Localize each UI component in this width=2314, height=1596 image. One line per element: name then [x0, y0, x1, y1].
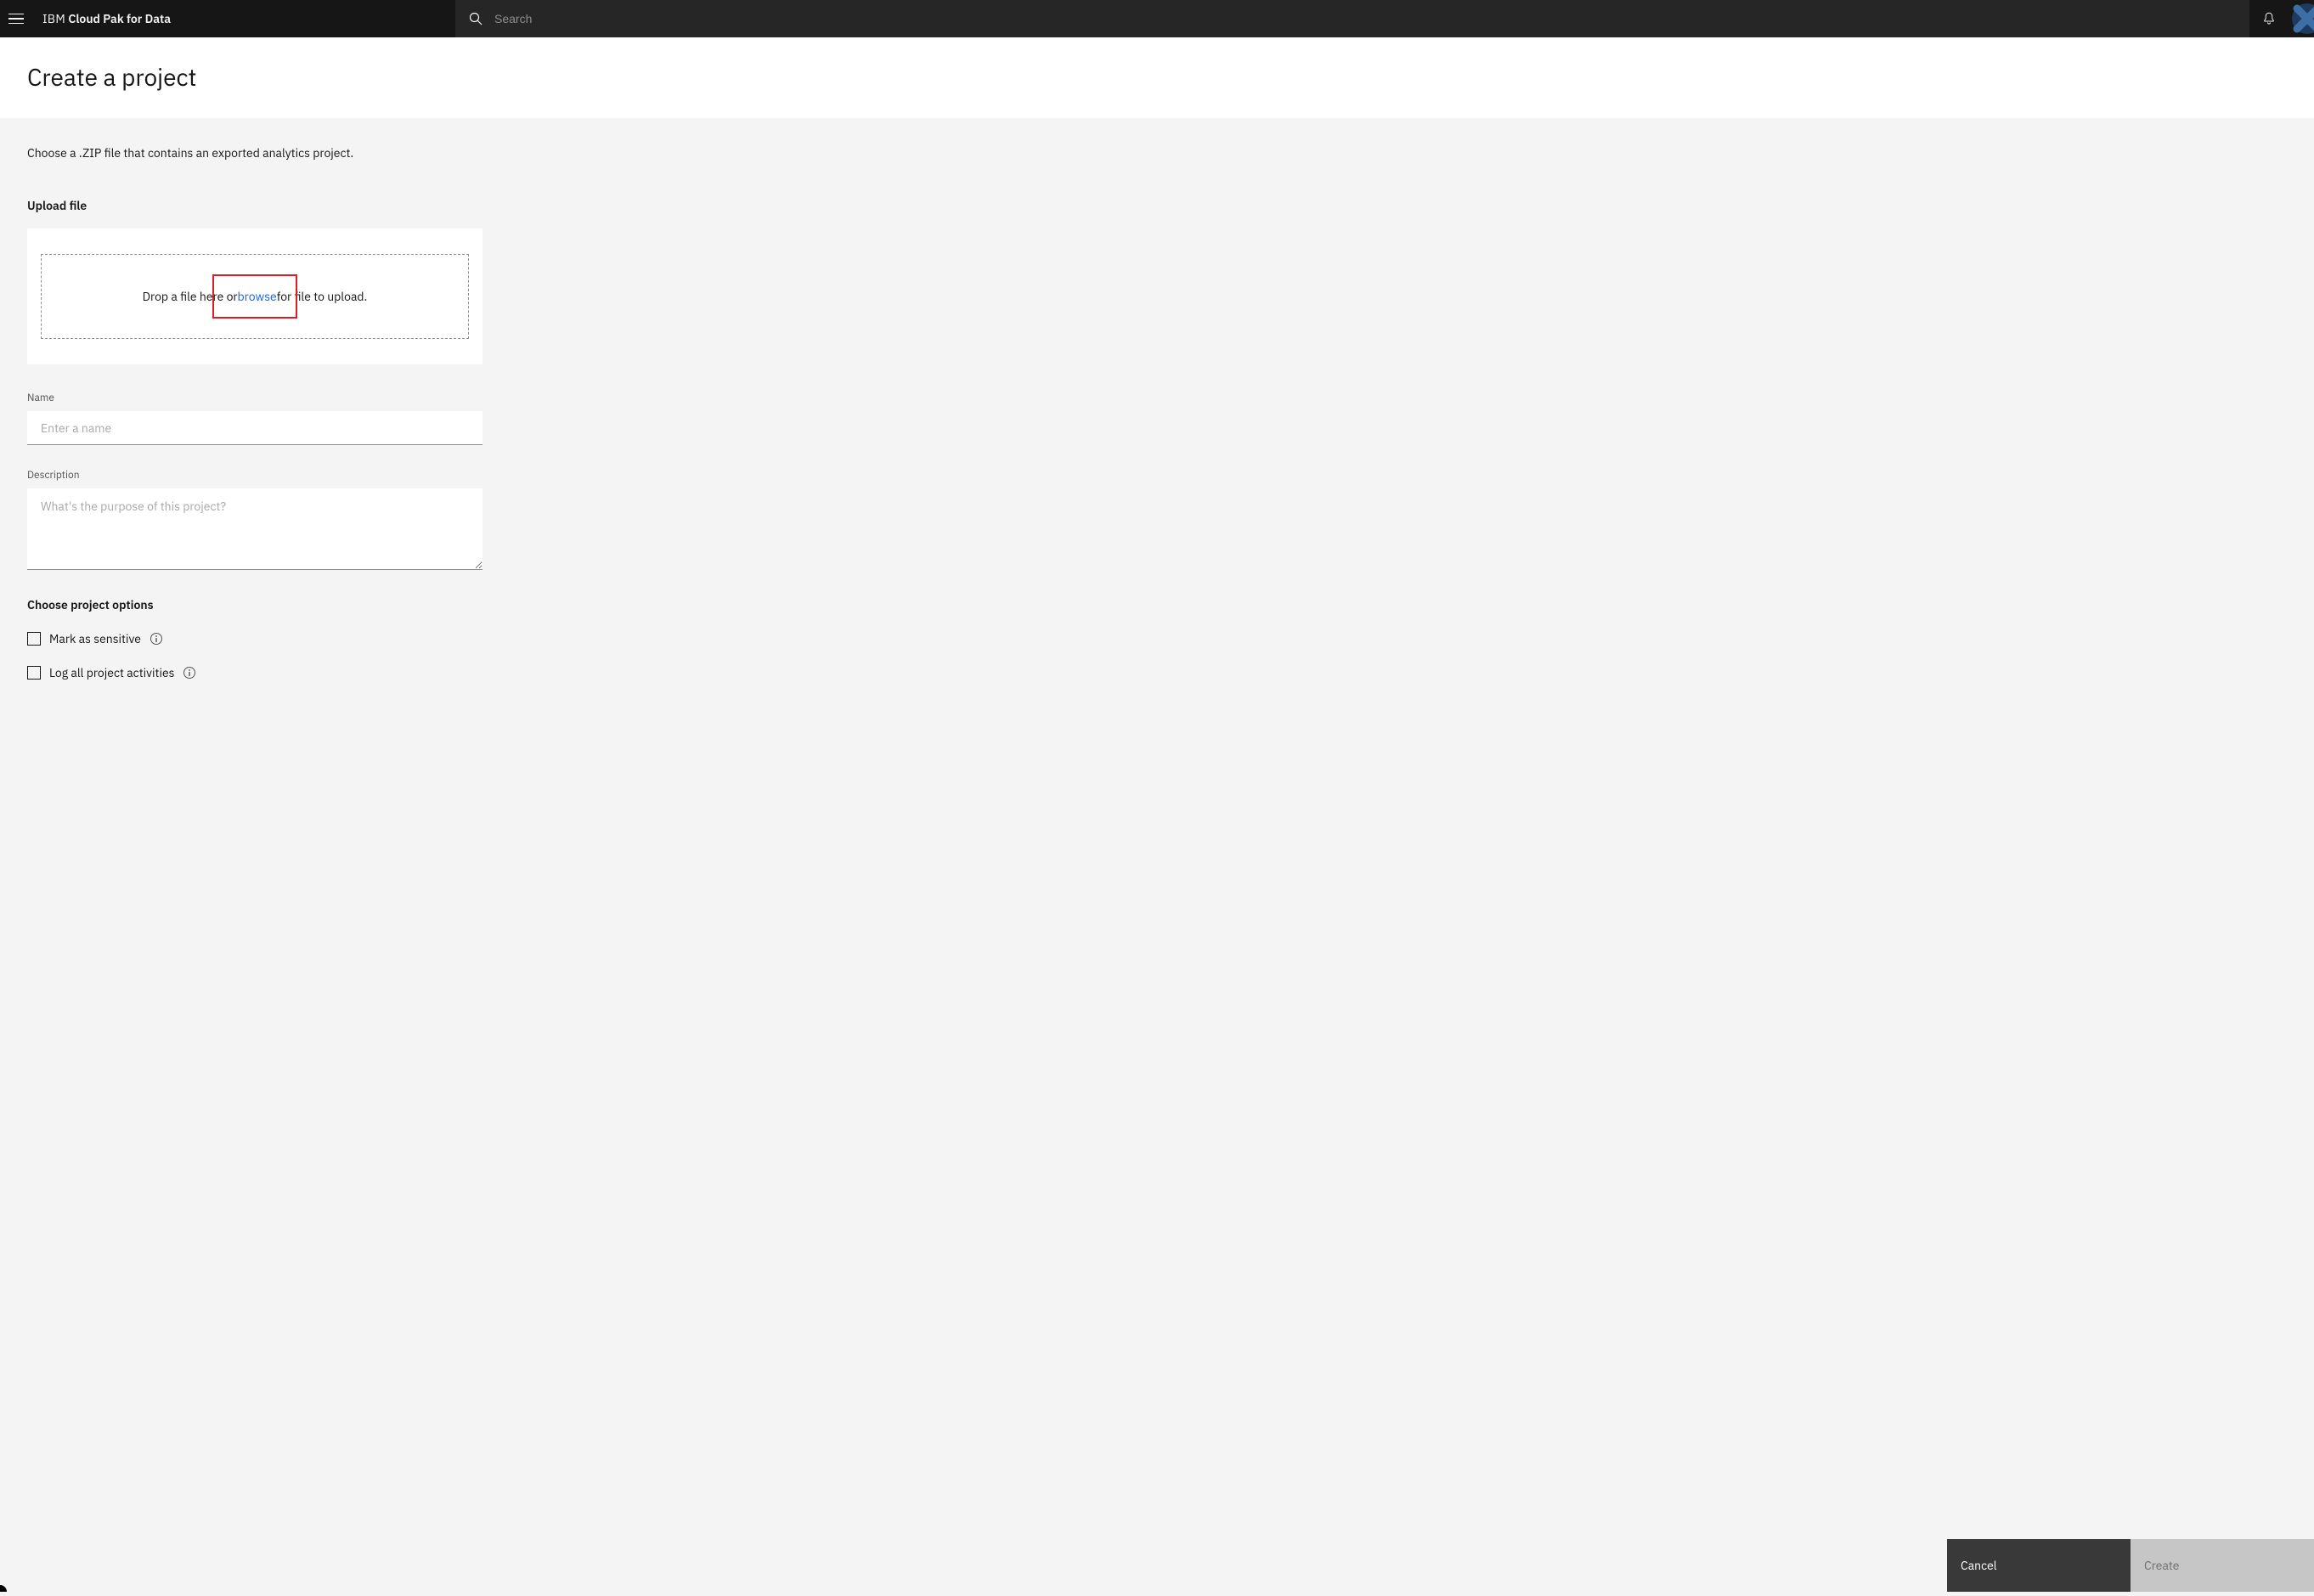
- description-label: Description: [27, 469, 2287, 482]
- upload-card: Drop a file here or browse for file to u…: [27, 228, 483, 364]
- browse-link[interactable]: browse: [238, 289, 277, 304]
- main-content: Choose a .ZIP file that contains an expo…: [0, 118, 2314, 1596]
- info-icon[interactable]: [183, 666, 196, 680]
- file-dropzone[interactable]: Drop a file here or browse for file to u…: [41, 254, 469, 339]
- log-activities-checkbox[interactable]: [27, 666, 41, 680]
- header-left: IBM Cloud Pak for Data: [0, 0, 455, 37]
- page-header: Create a project: [0, 37, 2314, 118]
- page-title: Create a project: [27, 61, 2287, 93]
- header-right: [2249, 0, 2314, 37]
- global-search[interactable]: [455, 0, 2249, 37]
- description-field-group: Description: [27, 469, 2287, 573]
- mark-sensitive-label: Mark as sensitive: [49, 631, 141, 646]
- global-header: IBM Cloud Pak for Data: [0, 0, 2314, 37]
- create-button[interactable]: Create: [2131, 1539, 2314, 1592]
- search-icon: [469, 12, 483, 25]
- mark-sensitive-row: Mark as sensitive: [27, 631, 2287, 646]
- footer-actions: Cancel Create: [1947, 1539, 2314, 1592]
- brand-label: IBM Cloud Pak for Data: [42, 11, 171, 26]
- user-avatar[interactable]: [2289, 0, 2314, 37]
- dropzone-text-after: for file to upload.: [277, 289, 368, 304]
- search-input[interactable]: [494, 12, 2236, 25]
- name-input[interactable]: [27, 411, 483, 445]
- instruction-text: Choose a .ZIP file that contains an expo…: [27, 145, 2287, 161]
- options-heading: Choose project options: [27, 597, 2287, 612]
- name-label: Name: [27, 392, 2287, 404]
- avatar-icon: [2289, 0, 2314, 37]
- brand-prefix: IBM: [42, 11, 65, 26]
- menu-icon[interactable]: [8, 8, 29, 29]
- log-activities-row: Log all project activities: [27, 665, 2287, 680]
- description-input[interactable]: [27, 488, 483, 570]
- notifications-button[interactable]: [2249, 0, 2289, 37]
- log-activities-label: Log all project activities: [49, 665, 174, 680]
- name-field-group: Name: [27, 392, 2287, 445]
- brand-rest: Cloud Pak for Data: [68, 11, 171, 26]
- upload-section-label: Upload file: [27, 198, 2287, 213]
- bell-icon: [2261, 11, 2277, 26]
- cancel-button[interactable]: Cancel: [1947, 1539, 2131, 1592]
- mark-sensitive-checkbox[interactable]: [27, 632, 41, 646]
- dropzone-text-before: Drop a file here or: [143, 289, 238, 304]
- info-icon[interactable]: [150, 632, 163, 646]
